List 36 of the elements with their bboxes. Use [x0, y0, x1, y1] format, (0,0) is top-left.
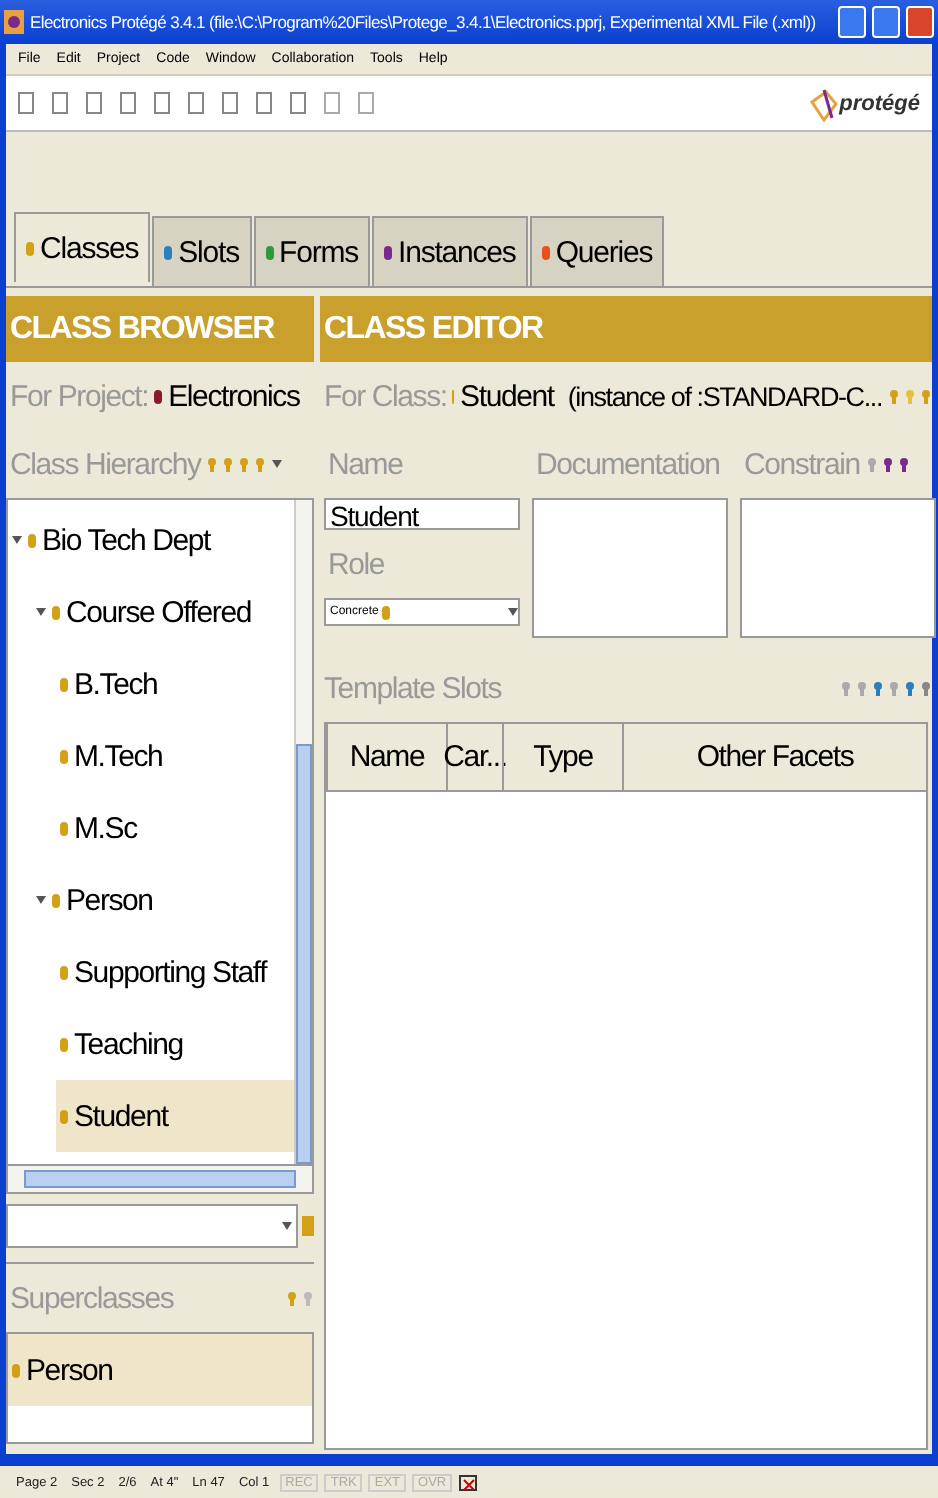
panel-header: CLASS BROWSER [6, 296, 314, 362]
field-label: Role [328, 547, 385, 581]
column-header[interactable]: Type [502, 724, 622, 790]
tree-item[interactable]: M.Sc [56, 792, 294, 864]
instance-of-text: (instance of :STANDARD-C... [567, 381, 882, 411]
tree-item[interactable]: B.Tech [56, 648, 294, 720]
tab[interactable]: Slots [152, 216, 252, 286]
window-title: Electronics Protégé 3.4.1 (file:\C:\Program%20Files\Protege_3.4.1\Electronics.pprj, Experimental XML File (.xml)) [30, 12, 818, 32]
field-label: Constrain [744, 447, 860, 481]
column-header[interactable]: Name [326, 724, 446, 790]
class-name: Student [460, 379, 554, 413]
tree-item[interactable]: Supporting Staff [56, 936, 294, 1008]
tab[interactable]: Classes [14, 212, 151, 282]
field-label: For Project: [10, 379, 149, 413]
tab[interactable]: Instances [372, 216, 528, 286]
tree-item[interactable]: Course Offered [32, 576, 294, 648]
panel-header: CLASS EDITOR [320, 296, 932, 362]
tree-item[interactable]: Student [56, 1080, 294, 1152]
tree-item[interactable]: M.Tech [56, 720, 294, 792]
tab[interactable]: Queries [529, 216, 665, 286]
tree-item[interactable]: Bio Tech Dept [8, 504, 294, 576]
project-name: Electronics [168, 379, 300, 413]
tree-item[interactable]: Teaching [56, 1008, 294, 1080]
column-header[interactable]: Other Facets [622, 724, 926, 790]
field-label: Documentation [536, 447, 720, 481]
tree-item[interactable]: Person [32, 864, 294, 936]
list-item[interactable]: Person [8, 1334, 312, 1406]
section-label: Class Hierarchy [10, 447, 201, 481]
field-label: Name [328, 447, 403, 481]
section-label: Superclasses [10, 1281, 174, 1315]
section-label: Template Slots [324, 671, 502, 705]
protege-logo: protégé [809, 85, 920, 121]
field-label: For Class: [324, 379, 447, 413]
name-field[interactable]: Student [324, 498, 520, 530]
column-header[interactable]: Car... [446, 724, 502, 790]
tab[interactable]: Forms [253, 216, 371, 286]
